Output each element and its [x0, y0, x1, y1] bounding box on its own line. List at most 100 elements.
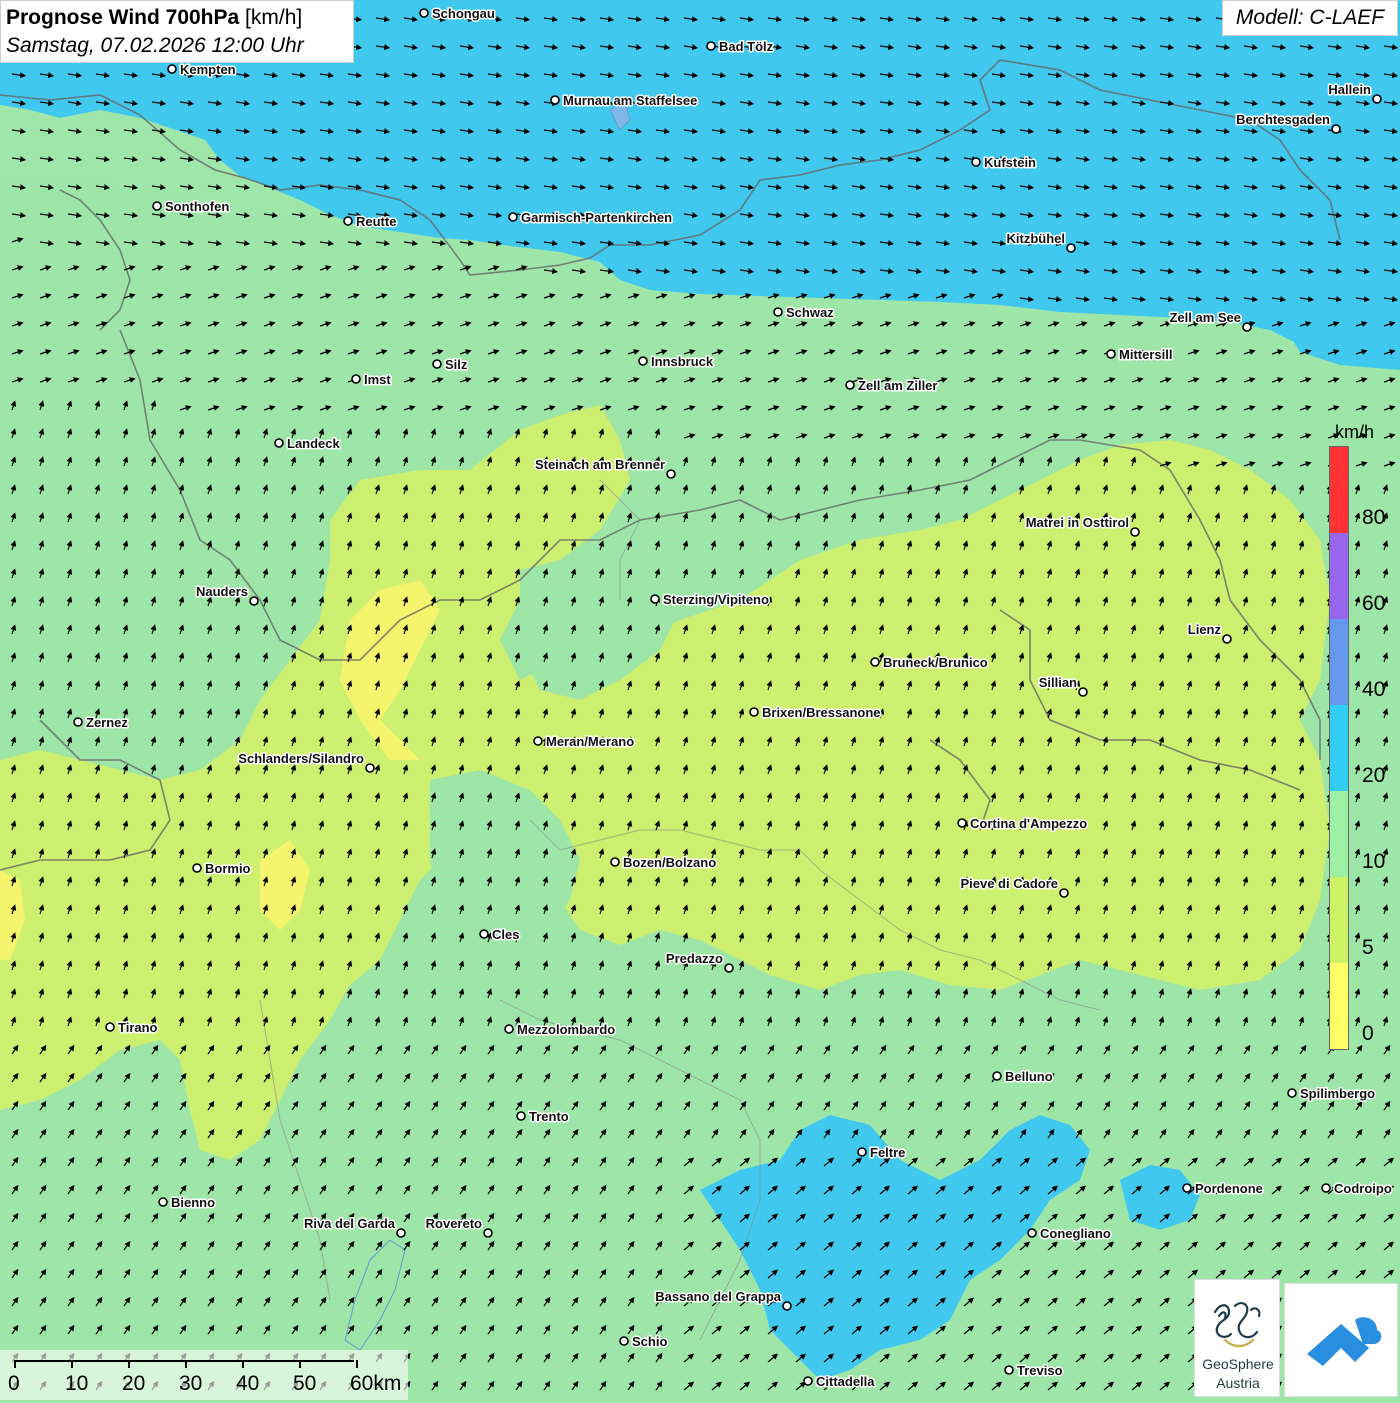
- place-marker: [1027, 1228, 1037, 1238]
- place-marker: [638, 356, 648, 366]
- place-label: Bienno: [171, 1195, 215, 1210]
- legend-segment: [1330, 791, 1348, 877]
- place-label: Brixen/Bressanone: [762, 705, 881, 720]
- place-marker: [749, 707, 759, 717]
- legend-segment: [1330, 533, 1348, 619]
- place-label: Belluno: [1005, 1069, 1053, 1084]
- place-marker: [516, 1111, 526, 1121]
- place-marker: [782, 1301, 792, 1311]
- place-marker: [432, 359, 442, 369]
- scale-bar-tick: [71, 1360, 73, 1368]
- place-marker: [650, 594, 660, 604]
- place-label: Schongau: [432, 6, 495, 21]
- place-marker: [192, 863, 202, 873]
- scale-bar-label: 60km: [350, 1372, 402, 1395]
- place-label: Lienz: [1188, 622, 1222, 637]
- place-label: Cles: [492, 927, 519, 942]
- geosphere-logo-icon: [1213, 1302, 1261, 1348]
- place-marker: [1182, 1183, 1192, 1193]
- place-label: Bormio: [205, 861, 251, 876]
- place-marker: [483, 1228, 493, 1238]
- legend-segment: [1330, 877, 1348, 963]
- place-label: Cittadella: [816, 1374, 875, 1389]
- place-marker: [1004, 1365, 1014, 1375]
- place-label: Tirano: [118, 1020, 158, 1035]
- place-marker: [419, 8, 429, 18]
- place-marker: [249, 596, 259, 606]
- geosphere-logo-text-1: GeoSphere: [1202, 1356, 1274, 1372]
- legend-segment: [1330, 619, 1348, 705]
- place-label: Trento: [529, 1109, 569, 1124]
- place-label: Kitzbühel: [1007, 231, 1066, 246]
- place-label: Berchtesgaden: [1236, 112, 1330, 127]
- place-label: Schlanders/Silandro: [238, 751, 364, 766]
- place-marker: [1222, 634, 1232, 644]
- place-label: Codroipo: [1334, 1181, 1392, 1196]
- place-label: Feltre: [870, 1145, 905, 1160]
- place-label: Reutte: [356, 214, 396, 229]
- scale-bar-label: 30: [179, 1372, 203, 1395]
- legend-tick-label: 60: [1362, 592, 1386, 615]
- place-label: Silz: [445, 357, 468, 372]
- place-marker: [803, 1376, 813, 1386]
- place-marker: [1130, 527, 1140, 537]
- place-label: Sillian: [1039, 675, 1077, 690]
- place-marker: [1066, 243, 1076, 253]
- legend-segment: [1330, 705, 1348, 791]
- place-label: Spilimbergo: [1300, 1086, 1375, 1101]
- place-marker: [1372, 94, 1382, 104]
- place-label: Mezzolombardo: [517, 1022, 615, 1037]
- place-label: Zernez: [86, 715, 128, 730]
- scale-bar-tick: [299, 1360, 301, 1368]
- geosphere-logo: GeoSphere Austria: [1194, 1279, 1280, 1397]
- place-marker: [167, 64, 177, 74]
- scale-bar: 0 10 20 30 40 50 60km: [0, 1350, 408, 1400]
- place-label: Rovereto: [426, 1216, 482, 1231]
- place-marker: [365, 763, 375, 773]
- place-marker: [1287, 1088, 1297, 1098]
- place-label: Pordenone: [1195, 1181, 1263, 1196]
- place-label: Riva del Garda: [304, 1216, 396, 1231]
- place-label: Kufstein: [984, 155, 1036, 170]
- title-line: Prognose Wind 700hPa [km/h]: [6, 4, 348, 32]
- place-marker: [870, 657, 880, 667]
- scale-bar-label: 0: [8, 1372, 20, 1395]
- place-marker: [619, 1336, 629, 1346]
- place-marker: [343, 216, 353, 226]
- forecast-datetime: Samstag, 07.02.2026 12:00 Uhr: [6, 34, 304, 57]
- place-label: Treviso: [1017, 1363, 1063, 1378]
- scale-bar-label: 50: [293, 1372, 317, 1395]
- place-marker: [857, 1147, 867, 1157]
- place-marker: [666, 469, 676, 479]
- app-logo-icon: [1307, 1317, 1382, 1366]
- place-label: Imst: [364, 372, 391, 387]
- geosphere-logo-text-2: Austria: [1216, 1375, 1260, 1391]
- place-label: Bozen/Bolzano: [623, 855, 716, 870]
- place-label: Meran/Merano: [546, 734, 634, 749]
- app-logo: [1284, 1283, 1398, 1397]
- place-marker: [1242, 322, 1252, 332]
- scale-bar-tick: [128, 1360, 130, 1368]
- place-marker: [479, 929, 489, 939]
- legend-tick-label: 20: [1362, 764, 1386, 787]
- scale-bar-label: 10: [65, 1372, 89, 1395]
- place-label: Landeck: [287, 436, 341, 451]
- legend-unit: km/h: [1335, 422, 1375, 442]
- legend-segment: [1330, 963, 1348, 1049]
- place-label: Sonthofen: [165, 199, 229, 214]
- scale-bar-tick: [242, 1360, 244, 1368]
- place-marker: [845, 380, 855, 390]
- place-label: Schwaz: [786, 305, 834, 320]
- place-marker: [508, 212, 518, 222]
- place-label: Zell am Ziller: [858, 378, 937, 393]
- place-marker: [1106, 349, 1116, 359]
- place-marker: [724, 963, 734, 973]
- place-marker: [396, 1228, 406, 1238]
- place-marker: [610, 857, 620, 867]
- scale-bar-tick: [185, 1360, 187, 1368]
- scale-bar-tick: [14, 1360, 16, 1368]
- color-legend: km/h 80 60 40 20 10 5 0: [1326, 420, 1392, 1060]
- place-marker: [1059, 888, 1069, 898]
- place-marker: [971, 157, 981, 167]
- place-label: Steinach am Brenner: [535, 457, 665, 472]
